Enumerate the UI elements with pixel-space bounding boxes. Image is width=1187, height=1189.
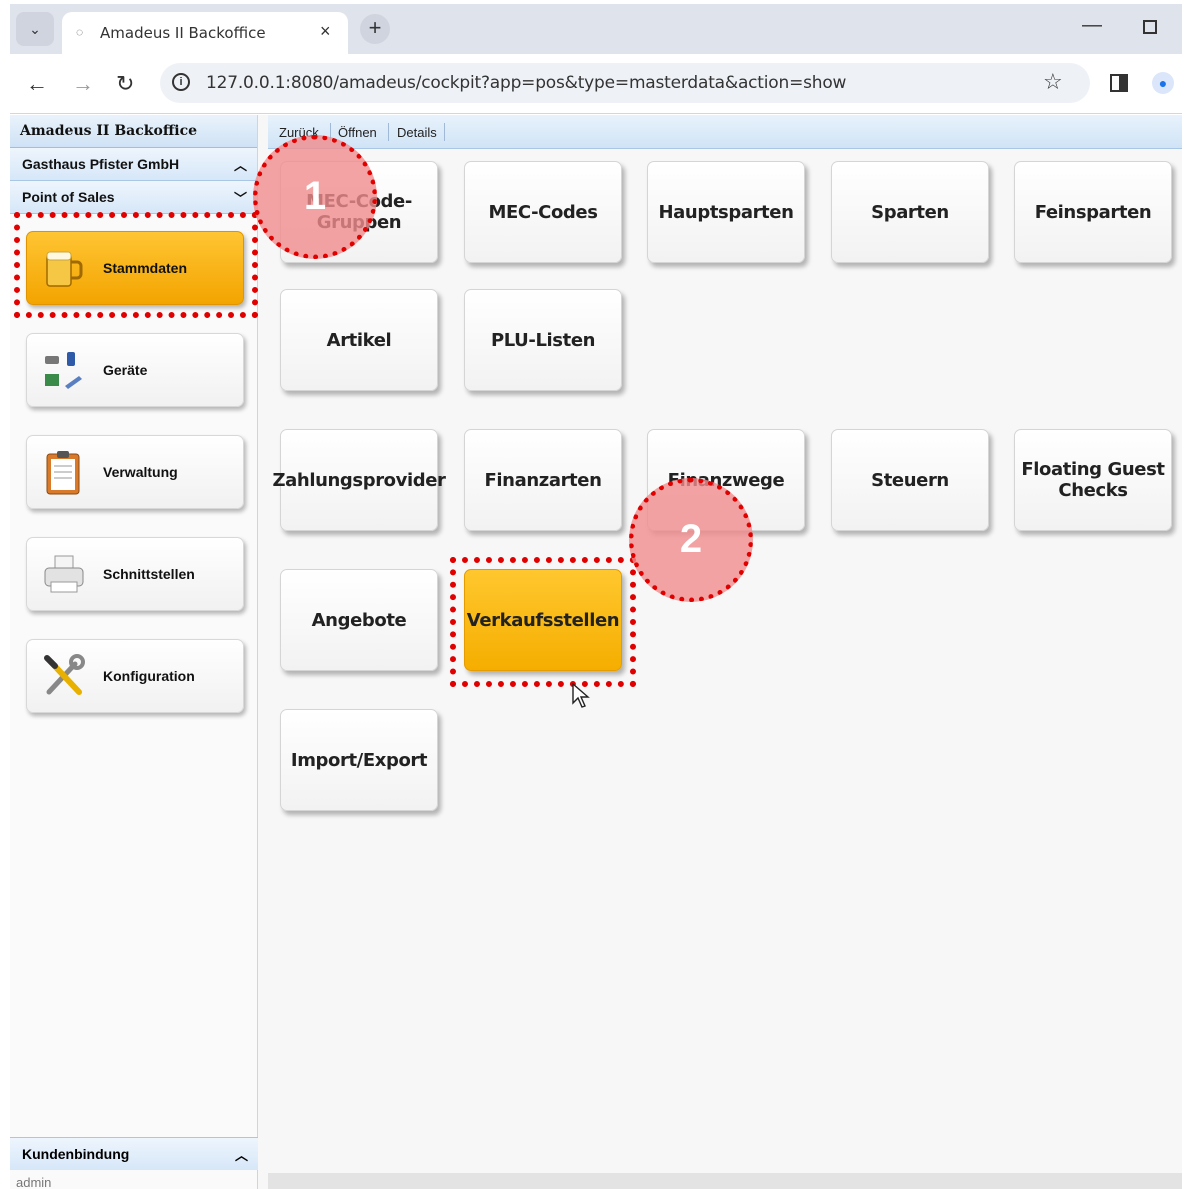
step-marker-2: 2 — [629, 478, 753, 602]
address-bar[interactable]: i 127.0.0.1:8080/amadeus/cockpit?app=pos… — [160, 63, 1090, 103]
profile-icon[interactable]: ● — [1152, 72, 1174, 94]
forward-icon[interactable]: → — [72, 71, 94, 97]
content-toolbar: Zurück Öffnen Details — [268, 115, 1182, 149]
tile-finanzarten[interactable]: Finanzarten — [464, 429, 622, 531]
chevron-up-icon[interactable]: ︿ — [234, 155, 247, 174]
mouse-cursor-icon — [572, 683, 590, 708]
tile-hauptsparten[interactable]: Hauptsparten — [647, 161, 805, 263]
tile-angebote[interactable]: Angebote — [280, 569, 438, 671]
sidebar-item-verwaltung[interactable]: Verwaltung — [26, 435, 244, 509]
tile-zahlungsprovider[interactable]: Zahlungsprovider — [273, 429, 446, 531]
browser-toolbar: ← → ↻ i 127.0.0.1:8080/amadeus/cockpit?a… — [10, 54, 1182, 114]
tools-icon — [44, 654, 85, 695]
status-bar — [268, 1173, 1182, 1189]
details-link[interactable]: Details — [397, 125, 437, 140]
tile-sparten[interactable]: Sparten — [831, 161, 989, 263]
company-label: Gasthaus Pfister GmbH — [22, 156, 180, 172]
tile-floating-guest-checks[interactable]: Floating Guest Checks — [1014, 429, 1172, 531]
tab-search-button[interactable]: ⌄ — [16, 12, 54, 46]
printer-icon — [44, 555, 84, 593]
reload-icon[interactable]: ↻ — [116, 71, 134, 97]
current-user: admin — [16, 1175, 52, 1189]
tile-mec-codes[interactable]: MEC-Codes — [464, 161, 622, 263]
toolbar-divider — [388, 123, 389, 141]
chevron-up-icon[interactable]: ︿ — [235, 1145, 248, 1164]
loyalty-label: Kundenbindung — [22, 1146, 130, 1162]
section-label: Point of Sales — [22, 189, 115, 205]
tab-strip: ⌄ ◌ Amadeus II Backoffice × + — — [10, 4, 1182, 54]
sidebar-item-konfiguration[interactable]: Konfiguration — [26, 639, 244, 713]
minimize-icon[interactable]: — — [1082, 14, 1102, 37]
tile-feinsparten[interactable]: Feinsparten — [1014, 161, 1172, 263]
tile-import-export[interactable]: Import/Export — [280, 709, 438, 811]
tab-title: Amadeus II Backoffice — [100, 24, 266, 42]
devices-icon — [45, 352, 82, 389]
sidebar-item-label: Geräte — [103, 362, 148, 378]
chevron-down-icon[interactable]: ﹀ — [234, 188, 247, 207]
sidebar-item-schnittstellen[interactable]: Schnittstellen — [26, 537, 244, 611]
open-link[interactable]: Öffnen — [338, 125, 377, 140]
section-group[interactable]: Point of Sales ﹀ — [10, 181, 257, 214]
main-content: Zurück Öffnen Details MEC-Code-Gruppen M… — [268, 115, 1182, 1189]
maximize-icon[interactable] — [1143, 20, 1157, 34]
sidebar-item-label: Schnittstellen — [103, 566, 195, 582]
loyalty-group[interactable]: Kundenbindung ︿ — [10, 1137, 258, 1170]
sidebar-item-label: Verwaltung — [103, 464, 178, 480]
toolbar-divider — [444, 123, 445, 141]
url-text[interactable]: 127.0.0.1:8080/amadeus/cockpit?app=pos&t… — [206, 73, 846, 93]
bookmark-star-icon[interactable]: ☆ — [1043, 69, 1063, 95]
step-marker-1: 1 — [253, 135, 377, 259]
highlight-box-stammdaten — [14, 212, 258, 318]
site-info-icon[interactable]: i — [172, 73, 190, 91]
side-panel-icon[interactable] — [1110, 74, 1128, 92]
clipboard-icon — [46, 451, 80, 495]
close-icon[interactable]: × — [320, 21, 331, 42]
back-icon[interactable]: ← — [26, 71, 48, 97]
sidebar-item-geraete[interactable]: Geräte — [26, 333, 244, 407]
highlight-box-verkaufsstellen — [450, 557, 636, 687]
browser-tab[interactable]: ◌ Amadeus II Backoffice × — [62, 12, 348, 54]
favicon-icon: ◌ — [76, 25, 84, 39]
tile-artikel[interactable]: Artikel — [280, 289, 438, 391]
tile-steuern[interactable]: Steuern — [831, 429, 989, 531]
new-tab-button[interactable]: + — [360, 14, 390, 44]
app-title: Amadeus II Backoffice — [10, 115, 257, 148]
chevron-down-icon: ⌄ — [29, 20, 41, 37]
sidebar-item-label: Konfiguration — [103, 668, 195, 684]
company-group[interactable]: Gasthaus Pfister GmbH ︿ — [10, 148, 257, 181]
tile-plu-listen[interactable]: PLU-Listen — [464, 289, 622, 391]
